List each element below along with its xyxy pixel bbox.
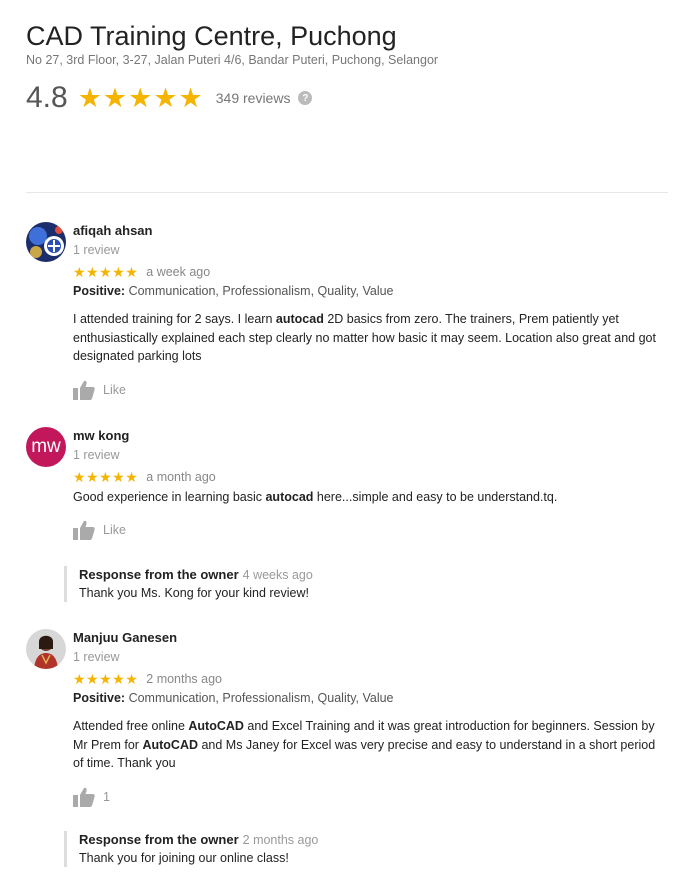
thumbs-up-icon [73, 787, 95, 807]
rating-value: 4.8 [26, 81, 68, 114]
business-address: No 27, 3rd Floor, 3-27, Jalan Puteri 4/6… [26, 53, 439, 67]
owner-response-heading: Response from the owner [79, 567, 239, 582]
review-text: Attended free online AutoCAD and Excel T… [73, 719, 656, 770]
rating-stars: ★★★★★ [77, 83, 204, 113]
review-time: a month ago [146, 470, 216, 484]
reviewer-review-count: 1 review [73, 448, 120, 462]
reviewer-name[interactable]: mw kong [73, 427, 668, 445]
review-text: Good experience in learning basic autoca… [73, 490, 558, 504]
review-text: I attended training for 2 says. I learn … [73, 312, 656, 363]
reviewer-name[interactable]: afiqah ahsan [73, 222, 668, 240]
review-stars: ★★★★★ [73, 671, 139, 687]
owner-response-text: Thank you Ms. Kong for your kind review! [79, 586, 309, 600]
like-button[interactable]: 1 [73, 787, 668, 807]
review-time: a week ago [146, 265, 211, 279]
review-positive: Positive: Communication, Professionalism… [73, 284, 394, 298]
help-icon[interactable]: ? [298, 91, 313, 105]
like-label: Like [103, 522, 126, 537]
owner-response: Response from the owner 4 weeks ago Thank… [64, 566, 668, 602]
like-count: 1 [103, 789, 110, 804]
review-item: Manjuu Ganesen 1 review ★★★★★ 2 months a… [26, 629, 668, 807]
review-item: mw mw kong 1 review ★★★★★ a month ago Go… [26, 427, 668, 540]
owner-response-heading: Response from the owner [79, 832, 239, 847]
like-label: Like [103, 382, 126, 397]
owner-response-time: 2 months ago [242, 833, 319, 847]
owner-response-time: 4 weeks ago [242, 568, 313, 582]
like-button[interactable]: Like [73, 380, 668, 400]
like-button[interactable]: Like [73, 520, 668, 540]
reviewer-review-count: 1 review [73, 243, 120, 257]
review-time: 2 months ago [146, 672, 223, 686]
thumbs-up-icon [73, 380, 95, 400]
review-count-link[interactable]: 349 reviews [216, 90, 291, 106]
review-stars: ★★★★★ [73, 469, 139, 485]
avatar[interactable] [26, 222, 66, 262]
reviewer-review-count: 1 review [73, 650, 120, 664]
avatar[interactable]: mw [26, 427, 66, 467]
business-name: CAD Training Centre, Puchong [26, 21, 397, 51]
review-item: afiqah ahsan 1 review ★★★★★ a week ago P… [26, 222, 668, 400]
avatar[interactable] [26, 629, 66, 669]
owner-response-text: Thank you for joining our online class! [79, 851, 289, 865]
reviewer-name[interactable]: Manjuu Ganesen [73, 629, 668, 647]
review-positive: Positive: Communication, Professionalism… [73, 691, 394, 705]
divider [26, 192, 668, 193]
owner-response: Response from the owner 2 months ago Than… [64, 831, 668, 867]
rating-summary: 4.8 ★★★★★ 349 reviews ? [26, 80, 668, 116]
avatar-initials: mw [31, 436, 61, 457]
review-stars: ★★★★★ [73, 264, 139, 280]
business-header: CAD Training Centre, Puchong No 27, 3rd … [26, 20, 668, 116]
thumbs-up-icon [73, 520, 95, 540]
